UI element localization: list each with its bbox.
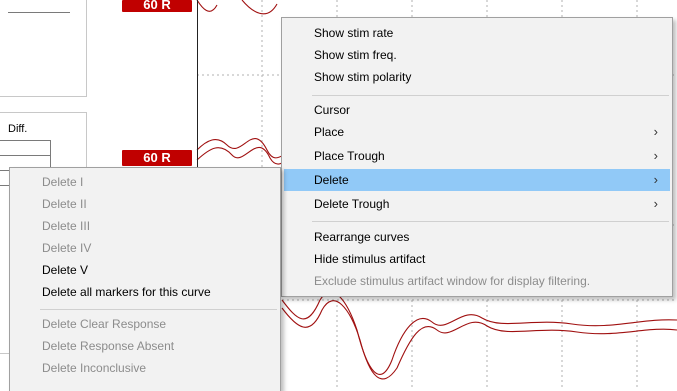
diff-label: Diff. <box>8 123 28 135</box>
curve-label-badge[interactable]: 60 R <box>122 0 192 12</box>
menu-item-show-stim-rate[interactable]: Show stim rate <box>284 22 670 44</box>
menu-item-delete[interactable]: Delete › <box>284 169 670 191</box>
submenu-item-delete-inconclusive[interactable]: Delete Inconclusive <box>12 357 278 379</box>
menu-item-label: Delete IV <box>42 241 92 255</box>
curve-low-b <box>281 300 677 380</box>
menu-item-exclude-stimulus-artifact[interactable]: Exclude stimulus artifact window for dis… <box>284 270 670 292</box>
menu-item-label: Delete all markers for this curve <box>42 285 211 299</box>
menu-item-label: Delete Clear Response <box>42 317 167 331</box>
menu-item-label: Hide stimulus artifact <box>314 252 426 266</box>
delete-submenu: Delete I Delete II Delete III Delete IV … <box>9 167 281 391</box>
divider <box>8 12 70 13</box>
menu-item-label: Cursor <box>314 103 351 117</box>
menu-item-label: Place Trough <box>314 149 385 163</box>
menu-item-label: Show stim polarity <box>314 70 412 84</box>
chevron-right-icon: › <box>653 124 658 139</box>
menu-item-label: Delete Inconclusive <box>42 361 147 375</box>
submenu-item-delete-v[interactable]: Delete V <box>12 259 278 281</box>
menu-item-label: Delete III <box>42 219 91 233</box>
menu-separator <box>312 95 669 96</box>
submenu-item-delete-clear-response[interactable]: Delete Clear Response <box>12 313 278 335</box>
submenu-item-delete-iii[interactable]: Delete III <box>12 215 278 237</box>
menu-separator <box>40 309 277 310</box>
curve-label-badge[interactable]: 60 R <box>122 150 192 166</box>
chevron-right-icon: › <box>653 196 658 211</box>
info-box <box>0 0 87 97</box>
context-menu: Show stim rate Show stim freq. Show stim… <box>281 17 673 297</box>
menu-item-show-stim-freq[interactable]: Show stim freq. <box>284 44 670 66</box>
submenu-item-delete-iv[interactable]: Delete IV <box>12 237 278 259</box>
menu-item-label: Delete Trough <box>314 197 390 211</box>
menu-item-label: Exclude stimulus artifact window for dis… <box>314 274 591 288</box>
curve-top-b <box>241 0 278 15</box>
menu-item-label: Delete Response Absent <box>42 339 175 353</box>
curve-top-a <box>196 0 218 12</box>
submenu-item-delete-i[interactable]: Delete I <box>12 171 278 193</box>
chevron-right-icon: › <box>653 172 658 187</box>
menu-item-label: Show stim freq. <box>314 48 397 62</box>
menu-item-label: Delete <box>314 173 349 187</box>
menu-item-label: Delete I <box>42 175 84 189</box>
chevron-right-icon: › <box>653 148 658 163</box>
menu-item-rearrange-curves[interactable]: Rearrange curves <box>284 226 670 248</box>
menu-item-label: Place <box>314 125 345 139</box>
submenu-item-delete-response-absent[interactable]: Delete Response Absent <box>12 335 278 357</box>
menu-item-label: Delete V <box>42 263 89 277</box>
menu-item-label: Show stim rate <box>314 26 394 40</box>
menu-item-label: Delete II <box>42 197 87 211</box>
table-row <box>0 141 50 156</box>
submenu-item-delete-ii[interactable]: Delete II <box>12 193 278 215</box>
menu-item-delete-trough[interactable]: Delete Trough › <box>284 193 670 215</box>
menu-item-hide-stimulus-artifact[interactable]: Hide stimulus artifact <box>284 248 670 270</box>
menu-separator <box>312 221 669 222</box>
menu-item-place-trough[interactable]: Place Trough › <box>284 145 670 167</box>
menu-item-show-stim-polarity[interactable]: Show stim polarity <box>284 66 670 88</box>
menu-item-label: Rearrange curves <box>314 230 410 244</box>
menu-item-cursor[interactable]: Cursor <box>284 99 670 121</box>
menu-item-place[interactable]: Place › <box>284 121 670 143</box>
submenu-item-delete-all-markers[interactable]: Delete all markers for this curve <box>12 281 278 303</box>
